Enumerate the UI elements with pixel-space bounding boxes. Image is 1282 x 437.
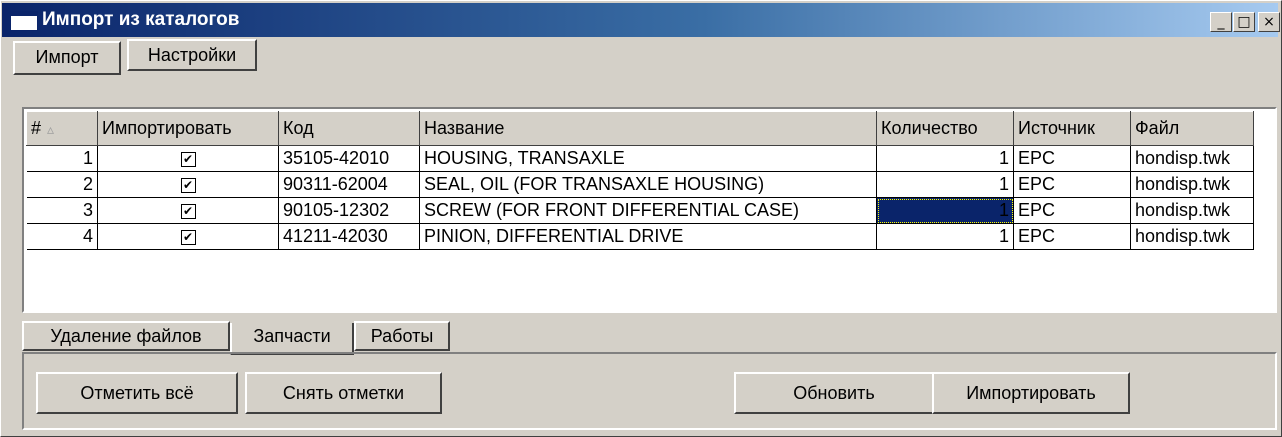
column-header-quantity[interactable]: Количество xyxy=(876,111,1014,146)
part-name: SCREW (FOR FRONT DIFFERENTIAL CASE) xyxy=(419,197,877,224)
part-source: EPC xyxy=(1013,197,1131,224)
tab-delete-files[interactable]: Удаление файлов xyxy=(22,321,230,351)
part-name: PINION, DIFFERENTIAL DRIVE xyxy=(419,223,877,250)
unmark-all-button[interactable]: Снять отметки xyxy=(245,372,442,414)
window-title: Импорт из каталогов xyxy=(42,9,240,30)
import-button[interactable]: Импортировать xyxy=(932,372,1130,414)
import-checkbox-cell[interactable]: ✔ xyxy=(97,223,279,250)
part-file: hondisp.twk xyxy=(1130,171,1254,198)
import-checkbox-cell[interactable]: ✔ xyxy=(97,145,279,172)
row-number: 1 xyxy=(26,145,98,172)
header-row: # ▵ Импортировать Код Название Количество… xyxy=(26,111,1254,146)
part-code: 90311-62004 xyxy=(278,171,420,198)
checkmark-icon[interactable]: ✔ xyxy=(180,229,196,245)
parts-table: # ▵ Импортировать Код Название Количество… xyxy=(26,111,1254,250)
column-header-source[interactable]: Источник xyxy=(1013,111,1131,146)
refresh-button[interactable]: Обновить xyxy=(734,372,934,414)
column-header-number[interactable]: # ▵ xyxy=(26,111,98,146)
part-file: hondisp.twk xyxy=(1130,197,1254,224)
part-quantity[interactable]: 1 xyxy=(876,145,1014,172)
import-checkbox-cell[interactable]: ✔ xyxy=(97,197,279,224)
part-source: EPC xyxy=(1013,145,1131,172)
checkmark-icon[interactable]: ✔ xyxy=(180,203,196,219)
table-row[interactable]: 4 ✔ 41211-42030 PINION, DIFFERENTIAL DRI… xyxy=(26,223,1254,250)
import-checkbox-cell[interactable]: ✔ xyxy=(97,171,279,198)
part-name: SEAL, OIL (FOR TRANSAXLE HOUSING) xyxy=(419,171,877,198)
checkmark-icon[interactable]: ✔ xyxy=(180,177,196,193)
title-bar[interactable]: Импорт из каталогов _ □ × xyxy=(2,3,1280,37)
part-quantity[interactable]: 1 xyxy=(876,223,1014,250)
sort-arrow-icon: ▵ xyxy=(47,121,55,137)
parts-grid[interactable]: # ▵ Импортировать Код Название Количество… xyxy=(22,107,1277,313)
tab-import[interactable]: Импорт xyxy=(13,41,121,75)
row-number: 4 xyxy=(26,223,98,250)
part-code: 90105-12302 xyxy=(278,197,420,224)
part-file: hondisp.twk xyxy=(1130,223,1254,250)
row-number: 3 xyxy=(26,197,98,224)
table-row[interactable]: 2 ✔ 90311-62004 SEAL, OIL (FOR TRANSAXLE… xyxy=(26,171,1254,198)
part-file: hondisp.twk xyxy=(1130,145,1254,172)
row-number: 2 xyxy=(26,171,98,198)
part-source: EPC xyxy=(1013,171,1131,198)
minimize-icon: _ xyxy=(1217,14,1225,30)
checkmark-icon[interactable]: ✔ xyxy=(180,151,196,167)
tab-works[interactable]: Работы xyxy=(354,321,450,351)
part-name: HOUSING, TRANSAXLE xyxy=(419,145,877,172)
part-code: 35105-42010 xyxy=(278,145,420,172)
part-code: 41211-42030 xyxy=(278,223,420,250)
close-icon: × xyxy=(1263,14,1275,30)
part-source: EPC xyxy=(1013,223,1131,250)
part-quantity-selected[interactable]: 1 xyxy=(876,197,1014,224)
maximize-icon: □ xyxy=(1237,14,1251,30)
column-header-code[interactable]: Код xyxy=(278,111,420,146)
tab-settings[interactable]: Настройки xyxy=(127,39,257,71)
part-quantity[interactable]: 1 xyxy=(876,171,1014,198)
mark-all-button[interactable]: Отметить всё xyxy=(36,372,238,414)
maximize-button[interactable]: □ xyxy=(1233,12,1255,32)
minimize-button[interactable]: _ xyxy=(1210,12,1232,32)
close-button[interactable]: × xyxy=(1258,12,1280,32)
column-header-file[interactable]: Файл xyxy=(1130,111,1254,146)
window-icon xyxy=(10,11,38,31)
table-row[interactable]: 1 ✔ 35105-42010 HOUSING, TRANSAXLE 1 EPC… xyxy=(26,145,1254,172)
tab-parts[interactable]: Запчасти xyxy=(230,323,354,355)
column-header-name[interactable]: Название xyxy=(419,111,877,146)
table-row[interactable]: 3 ✔ 90105-12302 SCREW (FOR FRONT DIFFERE… xyxy=(26,197,1254,224)
action-panel: Отметить всё Снять отметки Обновить Импо… xyxy=(22,352,1277,430)
import-window: Импорт из каталогов _ □ × Импорт Настрой… xyxy=(0,0,1282,437)
column-header-import[interactable]: Импортировать xyxy=(97,111,279,146)
